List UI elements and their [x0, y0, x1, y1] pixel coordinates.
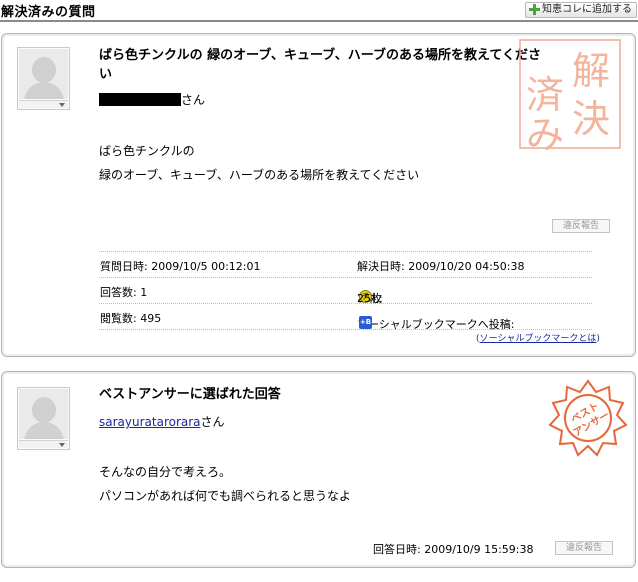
best-answer-body: そんなの自分で考えろ。 パソコンがあれば何でも調べられると思うなよ — [99, 465, 352, 503]
answer-count: 回答数: 1 — [100, 286, 148, 299]
answerer-link[interactable]: sarayuratarorara — [99, 415, 201, 429]
stamp-char-2: 決 — [572, 97, 610, 141]
best-answer-stamp-icon: ベスト アンサー — [548, 379, 628, 457]
page-title: 解決済みの質問 — [1, 5, 96, 20]
question-body: ばら色チンクルの 緑のオーブ、キューブ、ハーブのある場所を教えてください — [99, 144, 420, 182]
asked-date: 質問日時: 2009/10/5 00:12:01 — [100, 260, 261, 273]
asker-avatar[interactable] — [17, 47, 70, 110]
answer-date: 回答日時: 2009/10/9 15:59:38 — [373, 543, 534, 556]
asker-name: さん — [99, 92, 205, 108]
answerer-name: sarayurataroraraさん — [99, 415, 225, 429]
plus-icon — [529, 4, 540, 15]
answerer-avatar[interactable] — [17, 387, 70, 450]
question-card: ばら色チンクルの 緑のオーブ、キューブ、ハーブのある場所を教えてくださ い さん… — [1, 33, 636, 357]
report-button[interactable]: 違反報告 — [552, 219, 610, 233]
hatena-bookmark-icon[interactable]: +B — [359, 316, 372, 329]
question-title: ばら色チンクルの 緑のオーブ、キューブ、ハーブのある場所を教えてくださ い — [99, 48, 541, 82]
stamp-char-4: み — [526, 113, 564, 152]
section-header: 解決済みの質問 知恵コレに追加する — [0, 0, 638, 22]
view-count: 閲覧数: 495 — [100, 312, 162, 325]
stamp-char-1: 解 — [572, 49, 610, 93]
avatar-placeholder-icon — [19, 49, 68, 99]
best-answer-title: ベストアンサーに選ばれた回答 — [99, 387, 281, 402]
social-bookmark-help-link[interactable]: (ソーシャルブックマークとは) — [476, 331, 600, 344]
avatar-placeholder-icon — [19, 389, 68, 439]
question-meta: 質問日時: 2009/10/5 00:12:01 解決日時: 2009/10/2… — [99, 251, 592, 331]
avatar-menu-toggle[interactable] — [19, 100, 68, 108]
report-button[interactable]: 違反報告 — [555, 541, 613, 555]
resolved-date: 解決日時: 2009/10/20 04:50:38 — [357, 260, 525, 273]
add-to-chiekore-button[interactable]: 知恵コレに追加する — [525, 2, 637, 18]
redacted-username — [99, 93, 181, 106]
avatar-menu-toggle[interactable] — [19, 440, 68, 448]
resolved-stamp-icon: 解 決 済 み — [519, 39, 621, 152]
add-to-chiekore-label: 知恵コレに追加する — [542, 4, 632, 15]
best-answer-card: ベストアンサーに選ばれた回答 sarayurataroraraさん そんなの自分… — [1, 371, 636, 568]
stamp-char-3: 済 — [526, 73, 564, 117]
